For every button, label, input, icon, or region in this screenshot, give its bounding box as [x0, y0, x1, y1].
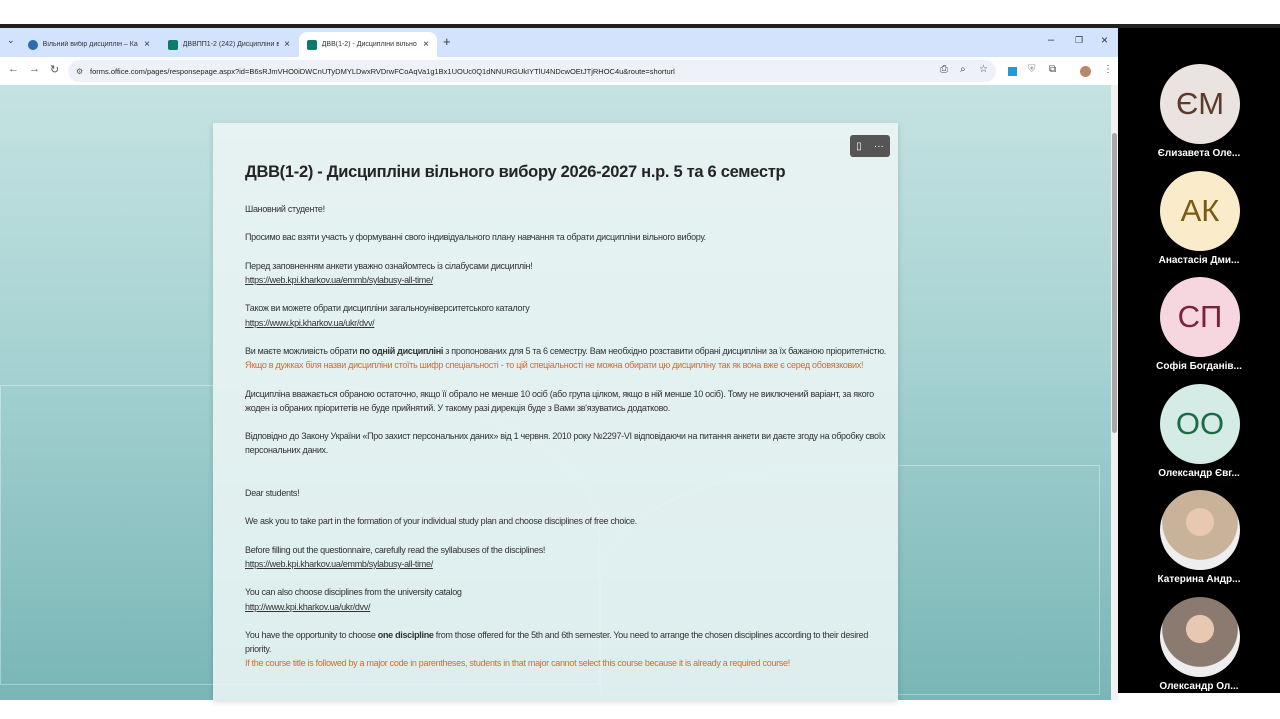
tab-3-active[interactable]: ДВВ(1-2) - Дисципліни вільно ×	[299, 32, 437, 57]
tab-1[interactable]: Вільний вибір дисциплін – Ка ×	[20, 32, 158, 57]
warning-en: If the course title is followed by a maj…	[245, 658, 790, 669]
extensions-puzzle-icon[interactable]: ⧉	[1049, 64, 1056, 75]
profile-avatar-icon[interactable]	[1080, 66, 1091, 77]
bookmark-star-icon[interactable]: ☆	[979, 64, 988, 75]
tab-2[interactable]: ДВВПП1-2 (242) Дисципліни в ×	[160, 32, 298, 57]
restore-icon[interactable]: ❐	[1075, 35, 1083, 46]
form-card: ▯ ··· ДВВ(1-2) - Дисципліни вільного виб…	[213, 123, 898, 700]
forms-icon	[307, 39, 317, 50]
site-settings-icon[interactable]: ⚙	[76, 67, 83, 76]
wordpress-icon	[28, 39, 38, 50]
more-options-icon[interactable]: ···	[874, 141, 884, 152]
participants-panel: ЄМ Єлизавета Оле... АК Анастасія Дми... СП Со…	[1118, 28, 1280, 693]
participant-photo[interactable]	[1160, 490, 1240, 571]
participant-avatar[interactable]: СП	[1160, 277, 1240, 358]
participant-name: Софія Богданів...	[1156, 361, 1242, 373]
scrollbar-thumb[interactable]	[1112, 133, 1117, 433]
participant-name: Катерина Андр...	[1157, 574, 1241, 586]
paragraph: Відповідно до Закону України «Про захист…	[245, 431, 886, 456]
extension-shield-icon[interactable]: ⛨	[1028, 64, 1036, 75]
close-window-icon[interactable]: ×	[1101, 33, 1108, 47]
participant-name: Олександр Євг...	[1158, 467, 1240, 479]
paragraph: We ask you to take part in the formation…	[245, 516, 637, 527]
paragraph: Також ви можете обрати дисципліни загаль…	[245, 303, 530, 314]
close-tab-icon[interactable]: ×	[423, 39, 429, 50]
address-bar-row: ← → ↻ ⚙ forms.office.com/pages/responsep…	[0, 57, 1118, 85]
forms-icon	[168, 39, 178, 50]
close-tab-icon[interactable]: ×	[284, 39, 290, 50]
paragraph: Before filling out the questionnaire, ca…	[245, 544, 546, 555]
participant-avatar[interactable]: АК	[1160, 170, 1240, 251]
menu-kebab-icon[interactable]: ⋮	[1103, 64, 1113, 75]
form-description: Шановний студенте! Просимо вас взяти уча…	[245, 202, 890, 671]
close-tab-icon[interactable]: ×	[144, 39, 150, 50]
reload-icon[interactable]: ↻	[50, 63, 59, 76]
participant-avatar[interactable]: ОО	[1160, 383, 1240, 464]
back-icon[interactable]: ←	[8, 63, 19, 75]
participant-name: Єлизавета Оле...	[1157, 148, 1241, 159]
url-text: forms.office.com/pages/responsepage.aspx…	[90, 66, 675, 76]
text: You have the opportunity to choose	[245, 629, 378, 640]
greeting-en: Dear students!	[245, 487, 300, 498]
paragraph: Просимо вас взяти участь у формуванні св…	[245, 232, 706, 243]
immersive-reader-icon[interactable]: ▯	[856, 141, 862, 152]
text: Ви маєте можливість обрати	[245, 345, 360, 356]
url-input[interactable]: ⚙ forms.office.com/pages/responsepage.as…	[68, 60, 996, 82]
catalog-link-en[interactable]: http://www.kpi.kharkov.ua/ukr/dvv/	[245, 602, 370, 612]
card-toolbar: ▯ ···	[850, 135, 890, 157]
extension-notes-icon[interactable]	[1008, 67, 1017, 76]
new-tab-icon[interactable]: +	[443, 34, 451, 49]
emphasis: по одній дисципліні	[359, 345, 444, 356]
form-page: ▯ ··· ДВВ(1-2) - Дисципліни вільного виб…	[0, 85, 1111, 700]
syllabus-link-en[interactable]: https://web.kpi.kharkov.ua/emmb/sylabusy…	[245, 559, 433, 569]
tab-title: ДВВПП1-2 (242) Дисципліни в	[182, 41, 280, 48]
tab-bar: ⌄ Вільний вибір дисциплін – Ка × ДВВПП1-…	[0, 28, 1118, 57]
participant-photo[interactable]	[1160, 597, 1240, 677]
minimize-icon[interactable]: –	[1048, 34, 1054, 46]
participant-avatar[interactable]: ЄМ	[1160, 64, 1240, 144]
tab-search-icon[interactable]: ⌄	[7, 35, 15, 46]
emphasis: one discipline	[377, 629, 434, 640]
browser-window: ⌄ Вільний вибір дисциплін – Ка × ДВВПП1-…	[0, 28, 1118, 700]
zoom-icon[interactable]: ⌕	[960, 64, 966, 75]
forward-icon[interactable]: →	[29, 63, 40, 75]
page-scrollbar[interactable]	[1111, 85, 1118, 700]
tab-title: Вільний вибір дисциплін – Ка	[42, 41, 138, 48]
paragraph: Перед заповненням анкети уважно ознайомт…	[245, 260, 533, 271]
paragraph: Дисципліна вважається обраною остаточно,…	[245, 388, 874, 413]
warning-ua: Якщо в дужках біля назви дисципліни стої…	[245, 360, 864, 371]
syllabus-link-ua[interactable]: https://web.kpi.kharkov.ua/emmb/sylabusy…	[245, 275, 433, 285]
catalog-link-ua[interactable]: https://www.kpi.kharkov.ua/ukr/dvv/	[245, 318, 375, 328]
participant-name: Олександр Ол...	[1159, 681, 1239, 692]
form-title: ДВВ(1-2) - Дисципліни вільного вибору 20…	[245, 163, 786, 181]
text: з пропонованих для 5 та 6 семестру. Вам …	[443, 345, 887, 356]
tab-title: ДВВ(1-2) - Дисципліни вільно	[321, 41, 417, 48]
install-app-icon[interactable]: ⎙	[940, 64, 948, 75]
greeting-ua: Шановний студенте!	[245, 204, 325, 214]
paragraph: You can also choose disciplines from the…	[245, 587, 462, 598]
participant-name: Анастасія Дми...	[1158, 254, 1240, 266]
